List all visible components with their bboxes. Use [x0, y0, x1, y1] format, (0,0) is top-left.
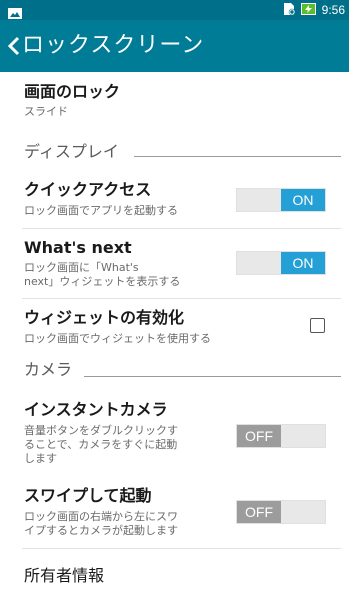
page-title: ロックスクリーン	[22, 33, 205, 58]
settings-list: 画面のロック スライド ディスプレイ クイックアクセス ロック画面でアプリを起動…	[0, 72, 349, 602]
status-time: 9:56	[321, 3, 345, 17]
setting-title: スワイプして起動	[24, 486, 152, 505]
section-divider	[84, 376, 341, 377]
widgets-checkbox[interactable]	[310, 318, 325, 333]
nfc-icon	[282, 1, 296, 20]
image-icon	[8, 4, 22, 19]
toggle-on-label: ON	[281, 252, 325, 274]
row-divider	[22, 548, 341, 549]
setting-widgets[interactable]: ウィジェットの有効化 ロック画面でウィジェットを使用する	[0, 302, 349, 354]
setting-title: インスタントカメラ	[24, 400, 168, 419]
setting-subtitle: ロック画面でアプリを起動する	[24, 204, 178, 217]
row-divider	[22, 298, 341, 299]
instant-camera-toggle[interactable]: OFF	[236, 424, 326, 448]
section-header-display: ディスプレイ	[24, 142, 119, 161]
setting-screen-lock[interactable]: 画面のロック スライド	[0, 72, 349, 128]
section-header-camera: カメラ	[24, 360, 73, 379]
setting-subtitle-line3: します	[24, 452, 57, 465]
setting-title: What's next	[24, 238, 132, 257]
battery-charging-icon	[300, 1, 317, 20]
setting-title: 画面のロック	[24, 82, 121, 101]
quick-access-toggle[interactable]: ON	[236, 188, 326, 212]
status-icons: 9:56	[282, 2, 345, 18]
setting-swipe-launch[interactable]: スワイプして起動 ロック画面の右端から左にスワ イプするとカメラが起動します O…	[0, 482, 349, 548]
toggle-on-label: ON	[281, 189, 325, 211]
setting-subtitle-line2: next」ウィジェットを表示する	[24, 275, 181, 288]
setting-subtitle-line1: ロック画面に「What's	[24, 261, 139, 274]
row-divider	[22, 228, 341, 229]
swipe-launch-toggle[interactable]: OFF	[236, 500, 326, 524]
status-bar: 9:56	[0, 0, 349, 20]
section-divider	[134, 156, 341, 157]
chevron-left-icon[interactable]	[7, 36, 21, 56]
toggle-off-label: OFF	[237, 425, 281, 447]
setting-subtitle-line2: ることで、カメラをすぐに起動	[24, 438, 178, 451]
setting-subtitle-line2: イプするとカメラが起動します	[24, 524, 178, 537]
setting-title: 所有者情報	[24, 566, 105, 585]
setting-instant-camera[interactable]: インスタントカメラ 音量ボタンをダブルクリックす ることで、カメラをすぐに起動 …	[0, 396, 349, 476]
setting-whats-next[interactable]: What's next ロック画面に「What's next」ウィジェットを表示…	[0, 232, 349, 298]
setting-value: スライド	[24, 105, 68, 118]
setting-owner-info[interactable]: 所有者情報	[0, 552, 349, 596]
setting-subtitle-line1: 音量ボタンをダブルクリックす	[24, 424, 178, 437]
setting-title: ウィジェットの有効化	[24, 308, 185, 327]
toggle-off-label: OFF	[237, 501, 281, 523]
setting-title: クイックアクセス	[24, 180, 152, 199]
whats-next-toggle[interactable]: ON	[236, 251, 326, 275]
setting-subtitle-line1: ロック画面の右端から左にスワ	[24, 510, 178, 523]
setting-quick-access[interactable]: クイックアクセス ロック画面でアプリを起動する ON	[0, 176, 349, 228]
setting-subtitle: ロック画面でウィジェットを使用する	[24, 332, 211, 345]
app-bar: ロックスクリーン	[0, 20, 349, 72]
